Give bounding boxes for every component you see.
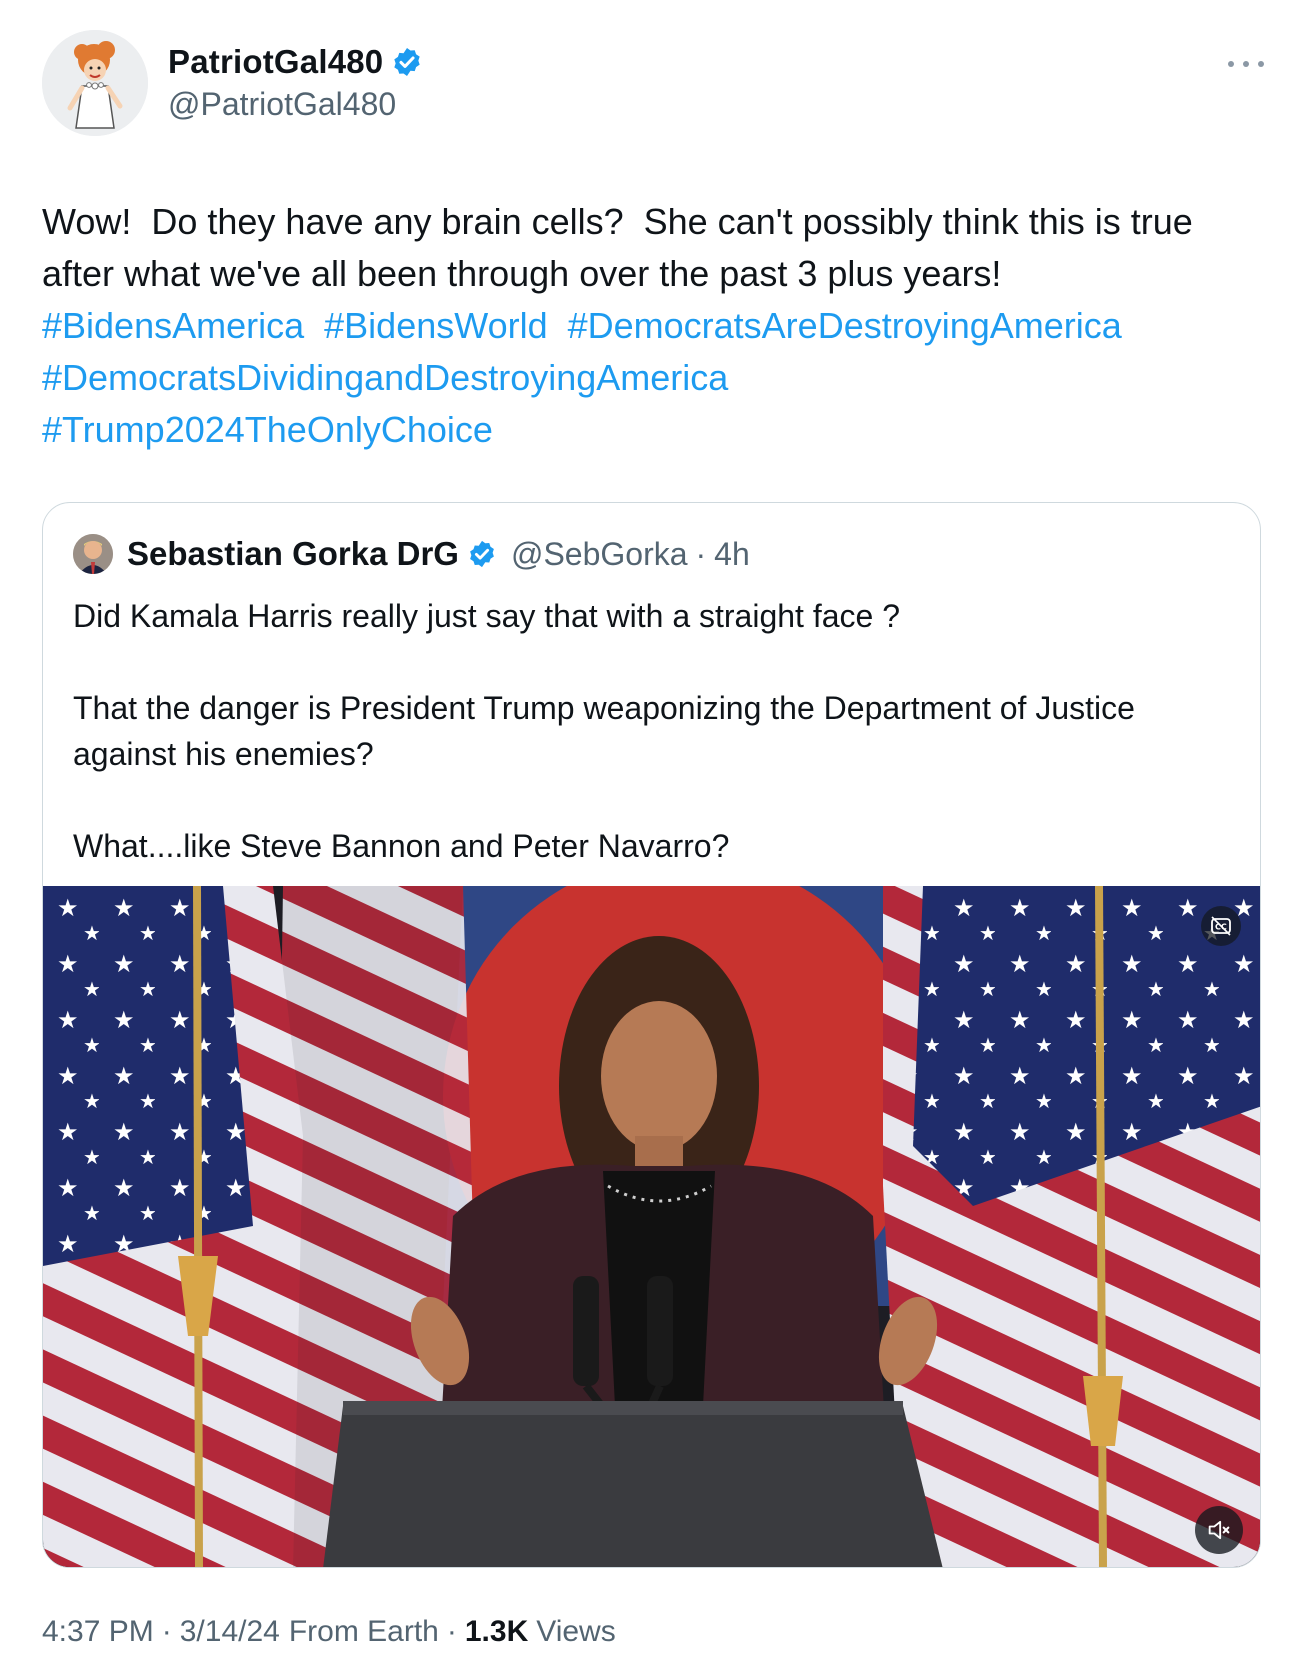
separator: · [446,1615,457,1648]
captions-button[interactable]: CC [1201,906,1241,946]
post-time[interactable]: 4:37 PM [42,1615,154,1649]
more-dots-icon [1228,61,1234,67]
video-player[interactable]: ★ ★ [43,886,1260,1567]
author-avatar[interactable] [42,30,148,136]
views-label[interactable]: Views [536,1615,615,1649]
quoted-post[interactable]: Sebastian Gorka DrG @SebGorka · 4h Did K… [42,502,1261,1568]
hashtag-link[interactable]: #BidensAmerica [42,305,304,346]
quoted-post-text: Did Kamala Harris really just say that w… [73,593,1233,869]
hashtag-list: #BidensAmerica #BidensWorld #DemocratsAr… [42,300,1272,456]
quoted-paragraph: That the danger is President Trump weapo… [73,690,1135,772]
hashtag-link[interactable]: #DemocratsDividingandDestroyingAmerica [42,357,728,398]
verified-badge-icon[interactable] [467,539,497,569]
quoted-author-name[interactable]: Sebastian Gorka DrG [127,535,459,573]
avatar-photo-icon [73,534,113,574]
mute-button[interactable] [1195,1506,1243,1554]
more-options-button[interactable] [1228,52,1264,76]
quoted-post-age[interactable]: 4h [714,536,750,573]
post-source: From Earth [288,1615,439,1648]
avatar-cartoon-icon [42,30,148,136]
quoted-post-header: Sebastian Gorka DrG @SebGorka · 4h [73,533,750,575]
quoted-paragraph: Did Kamala Harris really just say that w… [73,598,900,634]
author-name[interactable]: PatriotGal480 [168,43,383,81]
hashtag-link[interactable]: #DemocratsAreDestroyingAmerica [568,305,1122,346]
post-metadata: 4:37 PM · 3/14/24 From Earth · 1.3K View… [42,1610,616,1654]
author-handle[interactable]: @PatriotGal480 [168,86,396,123]
post-text: Wow! Do they have any brain cells? She c… [42,201,1203,294]
separator: · [695,535,707,572]
separator: · [161,1615,172,1648]
mute-icon [1208,1520,1230,1540]
cc-icon: CC [1211,916,1231,936]
quoted-paragraph: What....like Steve Bannon and Peter Nava… [73,828,730,864]
video-frame: ★ ★ [43,886,1260,1567]
verified-badge-icon[interactable] [391,46,423,78]
author-name-row: PatriotGal480 [168,42,423,82]
post: PatriotGal480 @PatriotGal480 Wow! Do the… [0,0,1309,1676]
post-date[interactable]: 3/14/24 [180,1615,280,1649]
views-count[interactable]: 1.3K [465,1615,528,1649]
hashtag-link[interactable]: #Trump2024TheOnlyChoice [42,409,493,450]
hashtag-link[interactable]: #BidensWorld [324,305,547,346]
quoted-author-avatar[interactable] [73,534,113,574]
quoted-author-handle[interactable]: @SebGorka [511,536,688,573]
